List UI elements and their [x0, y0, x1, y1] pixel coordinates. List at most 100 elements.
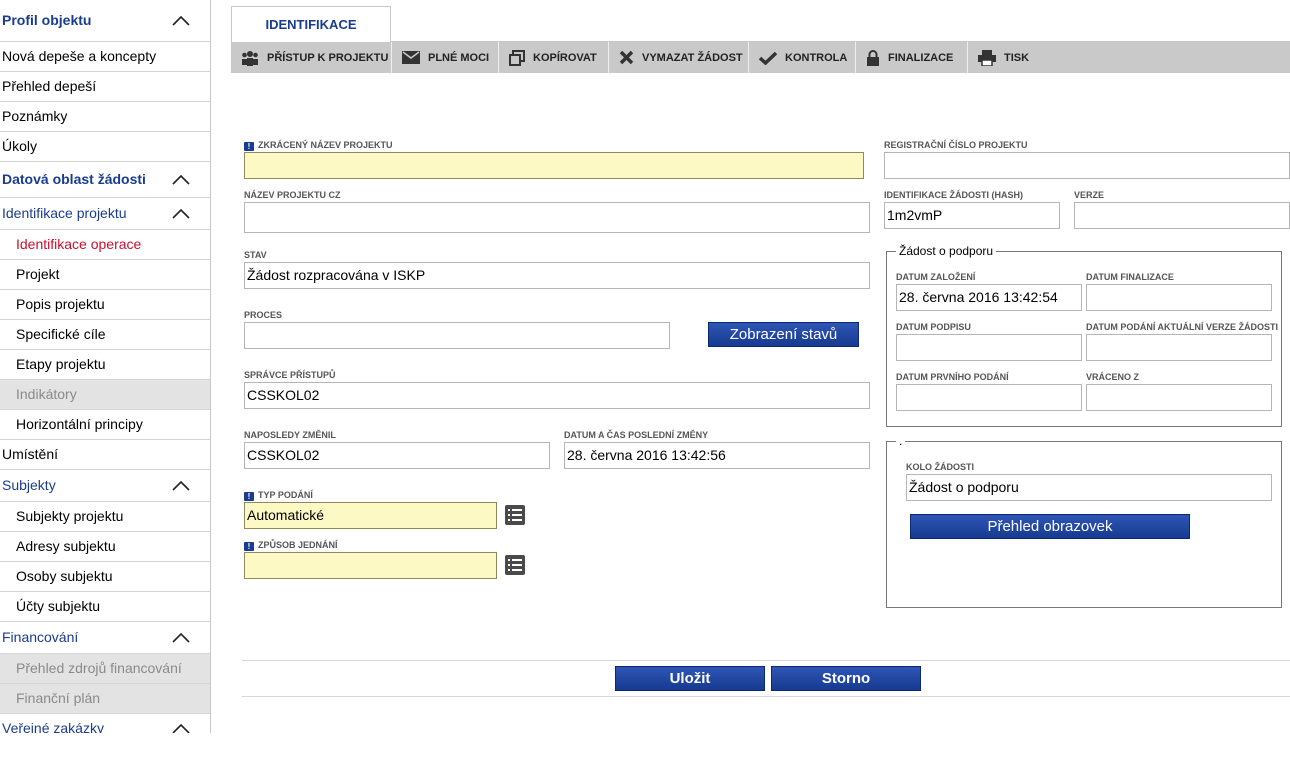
- returned-label: VRÁCENO Z: [1086, 372, 1140, 382]
- copy-label: KOPÍROVAT: [533, 51, 597, 64]
- screens-overview-button[interactable]: Přehled obrazovek: [910, 514, 1190, 539]
- last-changed-by-field[interactable]: CSSKOL02: [244, 442, 550, 469]
- sidebar-item[interactable]: Přehled depeší: [0, 72, 210, 102]
- sidebar-item[interactable]: Umístění: [0, 440, 210, 470]
- chevron-up-icon[interactable]: [172, 480, 190, 491]
- check-button[interactable]: KONTROLA: [749, 42, 856, 73]
- state-label: STAV: [244, 250, 267, 260]
- divider: [242, 696, 1290, 697]
- sidebar-item-label: Nová depeše a koncepty: [2, 48, 157, 64]
- sidebar-item[interactable]: Profil objektu: [0, 0, 210, 42]
- version-field[interactable]: [1074, 202, 1290, 229]
- chevron-up-icon[interactable]: [172, 208, 190, 219]
- check-icon: [759, 51, 777, 65]
- list-picker-icon[interactable]: [505, 505, 525, 525]
- hash-label: IDENTIFIKACE ŽÁDOSTI (HASH): [884, 190, 1023, 200]
- process-field[interactable]: [244, 322, 670, 349]
- sidebar-navigation: Profil objektu Nová depeše a koncepty Přeh…: [0, 0, 211, 733]
- name-cz-field[interactable]: [244, 202, 870, 233]
- sidebar-item[interactable]: Poznámky: [0, 102, 210, 132]
- print-label: TISK: [1004, 51, 1030, 64]
- sidebar-item[interactable]: Adresy subjektu: [0, 532, 210, 562]
- required-icon: !: [244, 142, 254, 151]
- state-field[interactable]: Žádost rozpracována v ISKP: [244, 262, 870, 289]
- show-states-button[interactable]: Zobrazení stavů: [708, 322, 859, 347]
- reg-no-field[interactable]: [884, 152, 1290, 179]
- sidebar-item-label: Indikátory: [16, 386, 77, 402]
- sidebar-item-label: Veřejné zakázky: [2, 720, 104, 733]
- chevron-up-icon[interactable]: [172, 174, 190, 185]
- sidebar-item-label: Poznámky: [2, 108, 68, 124]
- delete-request-label: VYMAZAT ŽÁDOST: [642, 51, 743, 64]
- access-admin-field[interactable]: CSSKOL02: [244, 382, 870, 409]
- sidebar-item[interactable]: Datová oblast žádosti: [0, 162, 210, 198]
- sidebar-item-label: Projekt: [16, 266, 60, 282]
- last-change-field[interactable]: 28. června 2016 13:42:56: [564, 442, 870, 469]
- divider: [242, 660, 1290, 661]
- sidebar-item[interactable]: Osoby subjektu: [0, 562, 210, 592]
- sidebar-item[interactable]: Popis projektu: [0, 290, 210, 320]
- sidebar-item[interactable]: Financování: [0, 622, 210, 654]
- required-icon: !: [244, 542, 254, 551]
- round-label: KOLO ŽÁDOSTI: [906, 462, 974, 472]
- cancel-button[interactable]: Storno: [771, 666, 921, 691]
- copy-button[interactable]: KOPÍROVAT: [499, 42, 609, 73]
- check-label: KONTROLA: [785, 51, 848, 64]
- sidebar-item[interactable]: Identifikace projektu: [0, 198, 210, 230]
- finalize-label: FINALIZACE: [888, 51, 954, 64]
- chevron-up-icon[interactable]: [172, 15, 190, 26]
- signed-field[interactable]: [896, 334, 1082, 361]
- delete-request-button[interactable]: VYMAZAT ŽÁDOST: [609, 42, 749, 73]
- print-button[interactable]: TISK: [968, 42, 1038, 73]
- sidebar-item-label: Umístění: [2, 446, 59, 462]
- access-project-button[interactable]: PŘÍSTUP K PROJEKTU: [231, 42, 392, 73]
- sidebar-item[interactable]: Subjekty projektu: [0, 502, 210, 532]
- power-of-attorney-button[interactable]: PLNÉ MOCI: [392, 42, 499, 73]
- hash-field[interactable]: 1m2vmP: [884, 202, 1060, 229]
- first-submit-field[interactable]: [896, 384, 1082, 411]
- round-field[interactable]: Žádost o podporu: [906, 474, 1272, 501]
- short-name-field[interactable]: [244, 152, 864, 179]
- access-project-label: PŘÍSTUP K PROJEKTU: [267, 51, 389, 64]
- sidebar-item-label: Přehled zdrojů financování: [16, 660, 182, 676]
- sidebar-item[interactable]: Specifické cíle: [0, 320, 210, 350]
- acting-label: ! ZPŮSOB JEDNÁNÍ: [244, 540, 338, 551]
- sidebar-item[interactable]: Identifikace operace: [0, 230, 210, 260]
- sidebar-item-label: Účty subjektu: [16, 598, 101, 614]
- power-of-attorney-label: PLNÉ MOCI: [428, 51, 490, 64]
- reg-no-label: REGISTRAČNÍ ČÍSLO PROJEKTU: [884, 140, 1028, 150]
- current-submit-field[interactable]: [1086, 334, 1272, 361]
- chevron-up-icon[interactable]: [172, 723, 190, 734]
- support-request-legend: Žádost o podporu: [896, 244, 997, 258]
- sidebar-item-label: Identifikace projektu: [2, 205, 127, 221]
- finalize-button[interactable]: FINALIZACE: [856, 42, 968, 73]
- short-name-label: ! ZKRÁCENÝ NÁZEV PROJEKTU: [244, 140, 393, 151]
- sidebar-item-label: Identifikace operace: [16, 236, 142, 252]
- sidebar-item-label: Profil objektu: [2, 12, 92, 28]
- acting-field[interactable]: [244, 552, 497, 579]
- list-picker-icon[interactable]: [505, 555, 525, 575]
- copy-icon: [509, 49, 525, 66]
- access-admin-label: SPRÁVCE PŘÍSTUPŮ: [244, 370, 336, 380]
- sidebar-item[interactable]: Etapy projektu: [0, 350, 210, 380]
- sidebar-item-label: Etapy projektu: [16, 356, 106, 372]
- created-field[interactable]: 28. června 2016 13:42:54: [896, 284, 1082, 311]
- save-button[interactable]: Uložit: [615, 666, 765, 691]
- chevron-up-icon[interactable]: [172, 632, 190, 643]
- last-changed-by-label: NAPOSLEDY ZMĚNIL: [244, 430, 336, 440]
- tab-identifikace-operace[interactable]: IDENTIFIKACE OPERACE: [231, 6, 391, 68]
- last-change-label: DATUM A ČAS POSLEDNÍ ZMĚNY: [564, 430, 709, 440]
- sidebar-item[interactable]: Účty subjektu: [0, 592, 210, 622]
- printer-icon: [978, 49, 996, 66]
- sidebar-item[interactable]: Subjekty: [0, 470, 210, 502]
- sidebar-item[interactable]: Nová depeše a koncepty: [0, 42, 210, 72]
- submit-type-field[interactable]: Automatické: [244, 502, 497, 529]
- sidebar-item[interactable]: Úkoly: [0, 132, 210, 162]
- sidebar-item[interactable]: Veřejné zakázky: [0, 714, 210, 733]
- sidebar-item-label: Finanční plán: [16, 690, 101, 706]
- sidebar-item[interactable]: Horizontální principy: [0, 410, 210, 440]
- sidebar-item-label: Subjekty: [2, 477, 56, 493]
- sidebar-item[interactable]: Projekt: [0, 260, 210, 290]
- finalized-field[interactable]: [1086, 284, 1272, 311]
- returned-field[interactable]: [1086, 384, 1272, 411]
